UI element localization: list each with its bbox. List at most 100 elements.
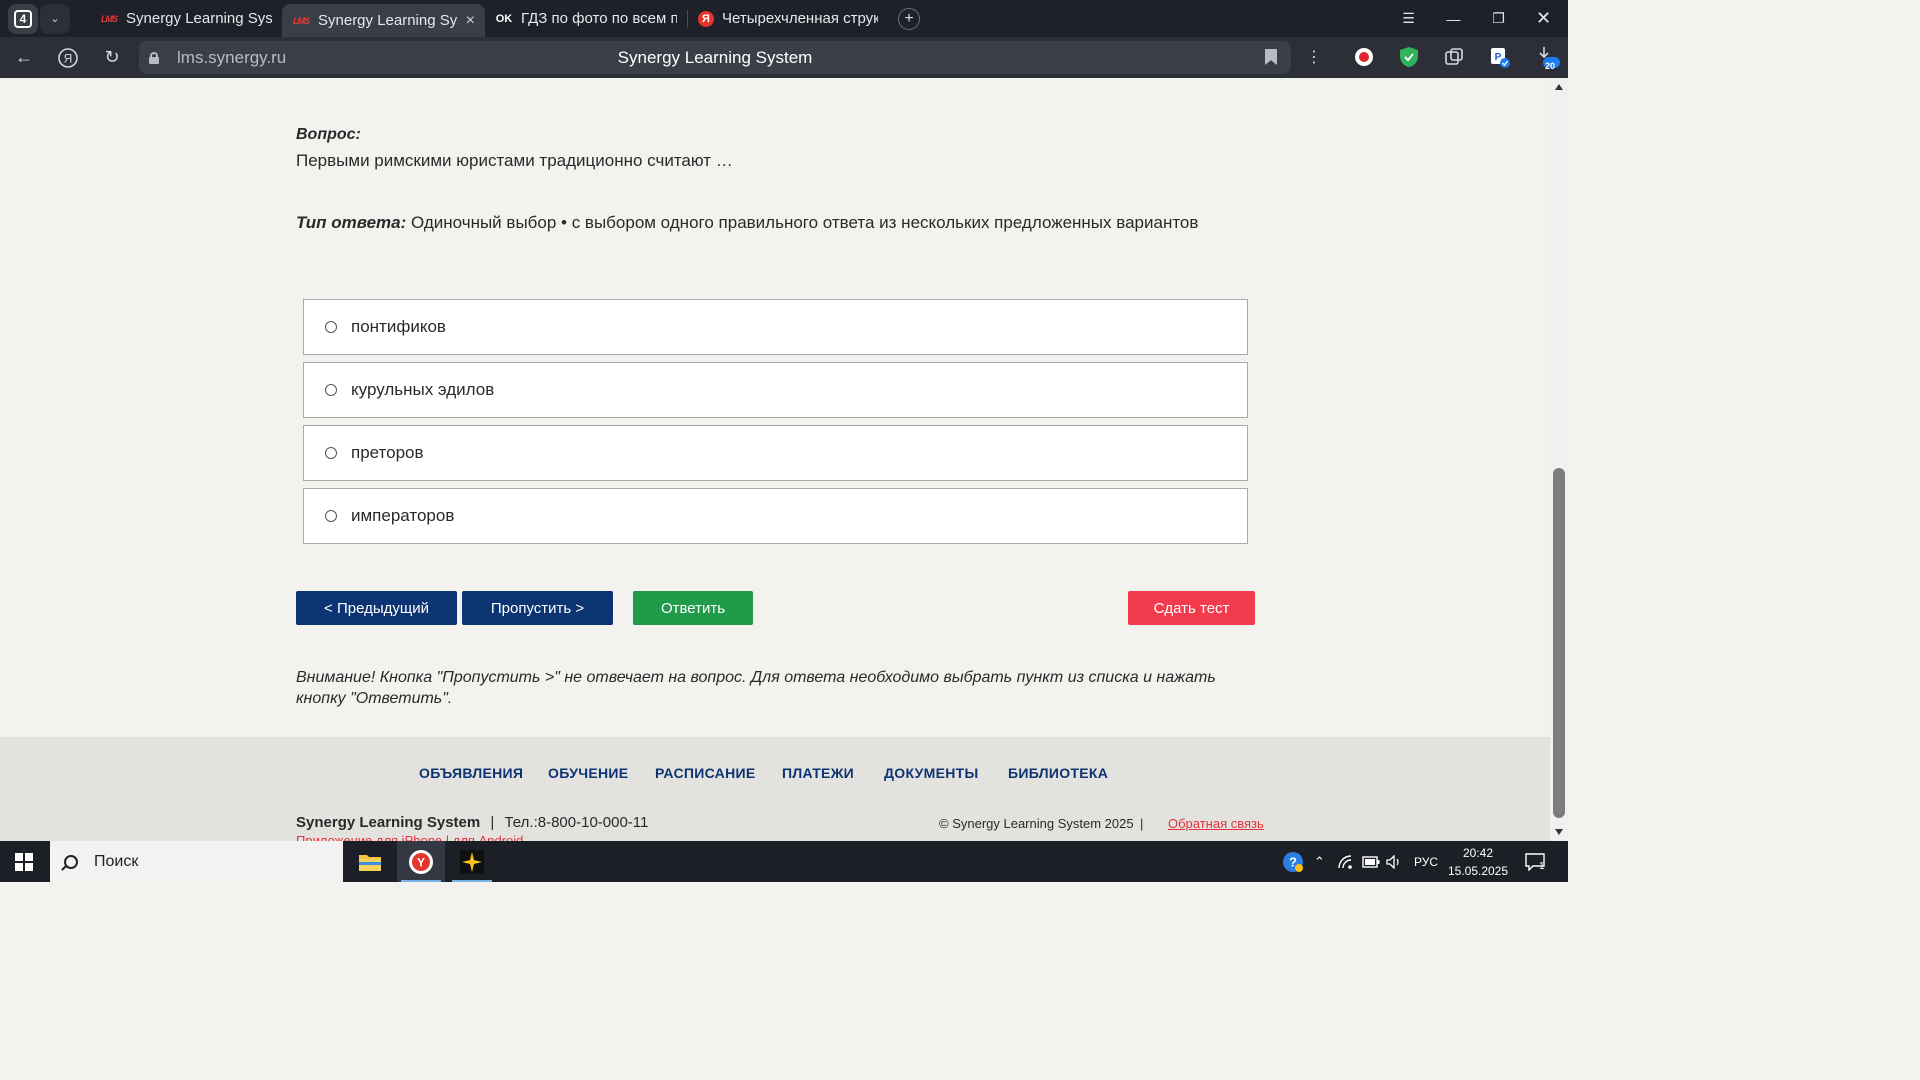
footer-nav-library[interactable]: БИБЛИОТЕКА	[1008, 765, 1108, 781]
scroll-up-arrow-icon[interactable]	[1555, 84, 1563, 90]
hamburger-menu-icon[interactable]: ☰	[1386, 0, 1431, 37]
browser-tab-active[interactable]: LMS Synergy Learning Syste ×	[282, 4, 485, 37]
restore-icon[interactable]: ❐	[1476, 0, 1521, 37]
submit-test-button[interactable]: Сдать тест	[1128, 591, 1255, 625]
page-title: Synergy Learning System	[617, 47, 813, 67]
browser-tab[interactable]: Я Четырехчленная структу	[688, 4, 888, 34]
answer-type-label: Тип ответа:	[296, 213, 407, 232]
browser-tab[interactable]: LMS Synergy Learning System	[90, 4, 282, 34]
system-clock[interactable]: 20:42 15.05.2025	[1447, 844, 1509, 880]
question-label: Вопрос:	[296, 126, 361, 143]
ok-favicon-icon: OK	[495, 12, 513, 25]
tab-title: ГДЗ по фото по всем пред	[521, 10, 677, 27]
close-tab-icon[interactable]: ×	[466, 12, 475, 30]
tab-count: 4	[14, 9, 32, 28]
footer-separator: |	[1140, 816, 1144, 831]
translate-extension-icon[interactable]: P	[1488, 46, 1510, 68]
footer-nav-payments[interactable]: ПЛАТЕЖИ	[782, 765, 854, 781]
back-arrow-icon[interactable]: ←	[2, 37, 46, 78]
answer-type: Тип ответа: Одиночный выбор • с выбором …	[296, 213, 1198, 233]
answer-option[interactable]: императоров	[303, 488, 1248, 544]
volume-icon[interactable]	[1386, 841, 1402, 882]
windows-start-icon[interactable]	[15, 853, 33, 871]
footer-nav-schedule[interactable]: РАСПИСАНИЕ	[655, 765, 756, 781]
downloads-badge: 20	[1545, 61, 1556, 71]
footer-nav-documents[interactable]: ДОКУМЕНТЫ	[884, 765, 979, 781]
chevron-up-icon[interactable]: ⌃	[1314, 841, 1325, 882]
url-field[interactable]: lms.synergy.ru Synergy Learning System	[139, 41, 1291, 74]
record-icon[interactable]	[1353, 46, 1375, 68]
close-window-icon[interactable]: ✕	[1521, 0, 1566, 37]
svg-text:Я: Я	[64, 51, 73, 65]
lms-favicon-icon: LMS	[101, 13, 118, 24]
help-icon[interactable]: ?	[1282, 841, 1304, 882]
lms-favicon-icon: LMS	[293, 15, 310, 26]
scrollbar-thumb[interactable]	[1553, 468, 1565, 818]
footer-nav-learning[interactable]: ОБУЧЕНИЕ	[548, 765, 628, 781]
taskbar-search-input[interactable]: Поиск	[50, 841, 343, 882]
answer-option[interactable]: преторов	[303, 425, 1248, 481]
url-text: lms.synergy.ru	[177, 47, 287, 67]
page-scrollbar[interactable]	[1550, 78, 1568, 841]
page-content: Вопрос: Первыми римскими юристами традиц…	[0, 78, 1550, 841]
footer-phone: Тел.:8-800-10-000-11	[504, 814, 649, 831]
answer-button[interactable]: Ответить	[633, 591, 753, 625]
network-icon[interactable]	[1338, 841, 1354, 882]
footer: ОБЪЯВЛЕНИЯ ОБУЧЕНИЕ РАСПИСАНИЕ ПЛАТЕЖИ Д…	[0, 737, 1550, 841]
footer-app-links[interactable]: Приложение для iPhone | для Android	[296, 833, 523, 841]
answer-option[interactable]: понтификов	[303, 299, 1248, 355]
photo-app-icon[interactable]	[448, 841, 496, 882]
radio-button[interactable]	[325, 447, 337, 459]
radio-button[interactable]	[325, 384, 337, 396]
search-icon	[64, 854, 78, 869]
previous-button[interactable]: < Предыдущий	[296, 591, 457, 625]
puzzle-extensions-icon[interactable]	[1443, 46, 1465, 68]
svg-text:Y: Y	[417, 855, 425, 869]
warning-note: Внимание! Кнопка "Пропустить >" не отвеч…	[296, 669, 1216, 707]
footer-nav-announcements[interactable]: ОБЪЯВЛЕНИЯ	[419, 765, 523, 781]
clock-date: 15.05.2025	[1447, 864, 1509, 878]
new-tab-plus-icon[interactable]: +	[898, 7, 920, 30]
more-vertical-icon[interactable]: ⋮	[1303, 46, 1325, 68]
active-app-indicator	[401, 880, 441, 882]
scroll-down-arrow-icon[interactable]	[1555, 829, 1563, 835]
footer-copyright: © Synergy Learning System 2025	[939, 816, 1134, 831]
tab-count-button[interactable]: 4	[8, 3, 38, 34]
windows-taskbar: Поиск Y ? ⌃ РУС 20:42 15.05.2025 1	[0, 841, 1568, 882]
yandex-browser-icon[interactable]: Y	[397, 841, 445, 882]
downloads-icon[interactable]: 20	[1534, 46, 1562, 71]
footer-brand: Synergy Learning System	[296, 814, 481, 831]
file-explorer-icon[interactable]	[346, 841, 394, 882]
radio-button[interactable]	[325, 510, 337, 522]
tab-title: Synergy Learning System	[126, 10, 272, 27]
battery-icon[interactable]	[1362, 841, 1380, 882]
footer-brand-line: Synergy Learning System | Тел.:8-800-10-…	[296, 814, 648, 831]
notifications-icon[interactable]: 1	[1525, 841, 1545, 882]
answer-option[interactable]: курульных эдилов	[303, 362, 1248, 418]
clock-time: 20:42	[1462, 846, 1494, 860]
shield-check-icon[interactable]	[1398, 46, 1420, 68]
reload-icon[interactable]: ↻	[90, 37, 134, 78]
yandex-favicon-icon: Я	[698, 10, 714, 27]
skip-button[interactable]: Пропустить >	[462, 591, 613, 625]
search-placeholder: Поиск	[94, 852, 139, 870]
yandex-home-icon[interactable]: Я	[46, 37, 90, 78]
option-label: курульных эдилов	[351, 380, 495, 399]
running-app-indicator	[452, 880, 492, 882]
language-indicator[interactable]: РУС	[1414, 841, 1438, 882]
radio-button[interactable]	[325, 321, 337, 333]
feedback-link[interactable]: Обратная связь	[1168, 816, 1264, 831]
option-label: понтификов	[351, 317, 446, 336]
bookmark-icon[interactable]	[1265, 49, 1277, 65]
notifications-count: 1	[1539, 861, 1545, 872]
browser-tab-bar: 4 ⌄ LMS Synergy Learning System LMS Syne…	[0, 0, 1568, 37]
footer-separator: |	[490, 814, 495, 831]
browser-address-bar: ← Я ↻ lms.synergy.ru Synergy Learning Sy…	[0, 37, 1568, 78]
browser-tab[interactable]: OK ГДЗ по фото по всем пред	[485, 4, 687, 34]
chevron-down-icon[interactable]: ⌄	[40, 3, 70, 34]
option-label: императоров	[351, 506, 455, 525]
question-text: Первыми римскими юристами традиционно сч…	[296, 151, 733, 170]
tab-title: Synergy Learning Syste	[318, 12, 458, 29]
lock-icon	[149, 51, 159, 64]
minimize-icon[interactable]: —	[1431, 0, 1476, 37]
